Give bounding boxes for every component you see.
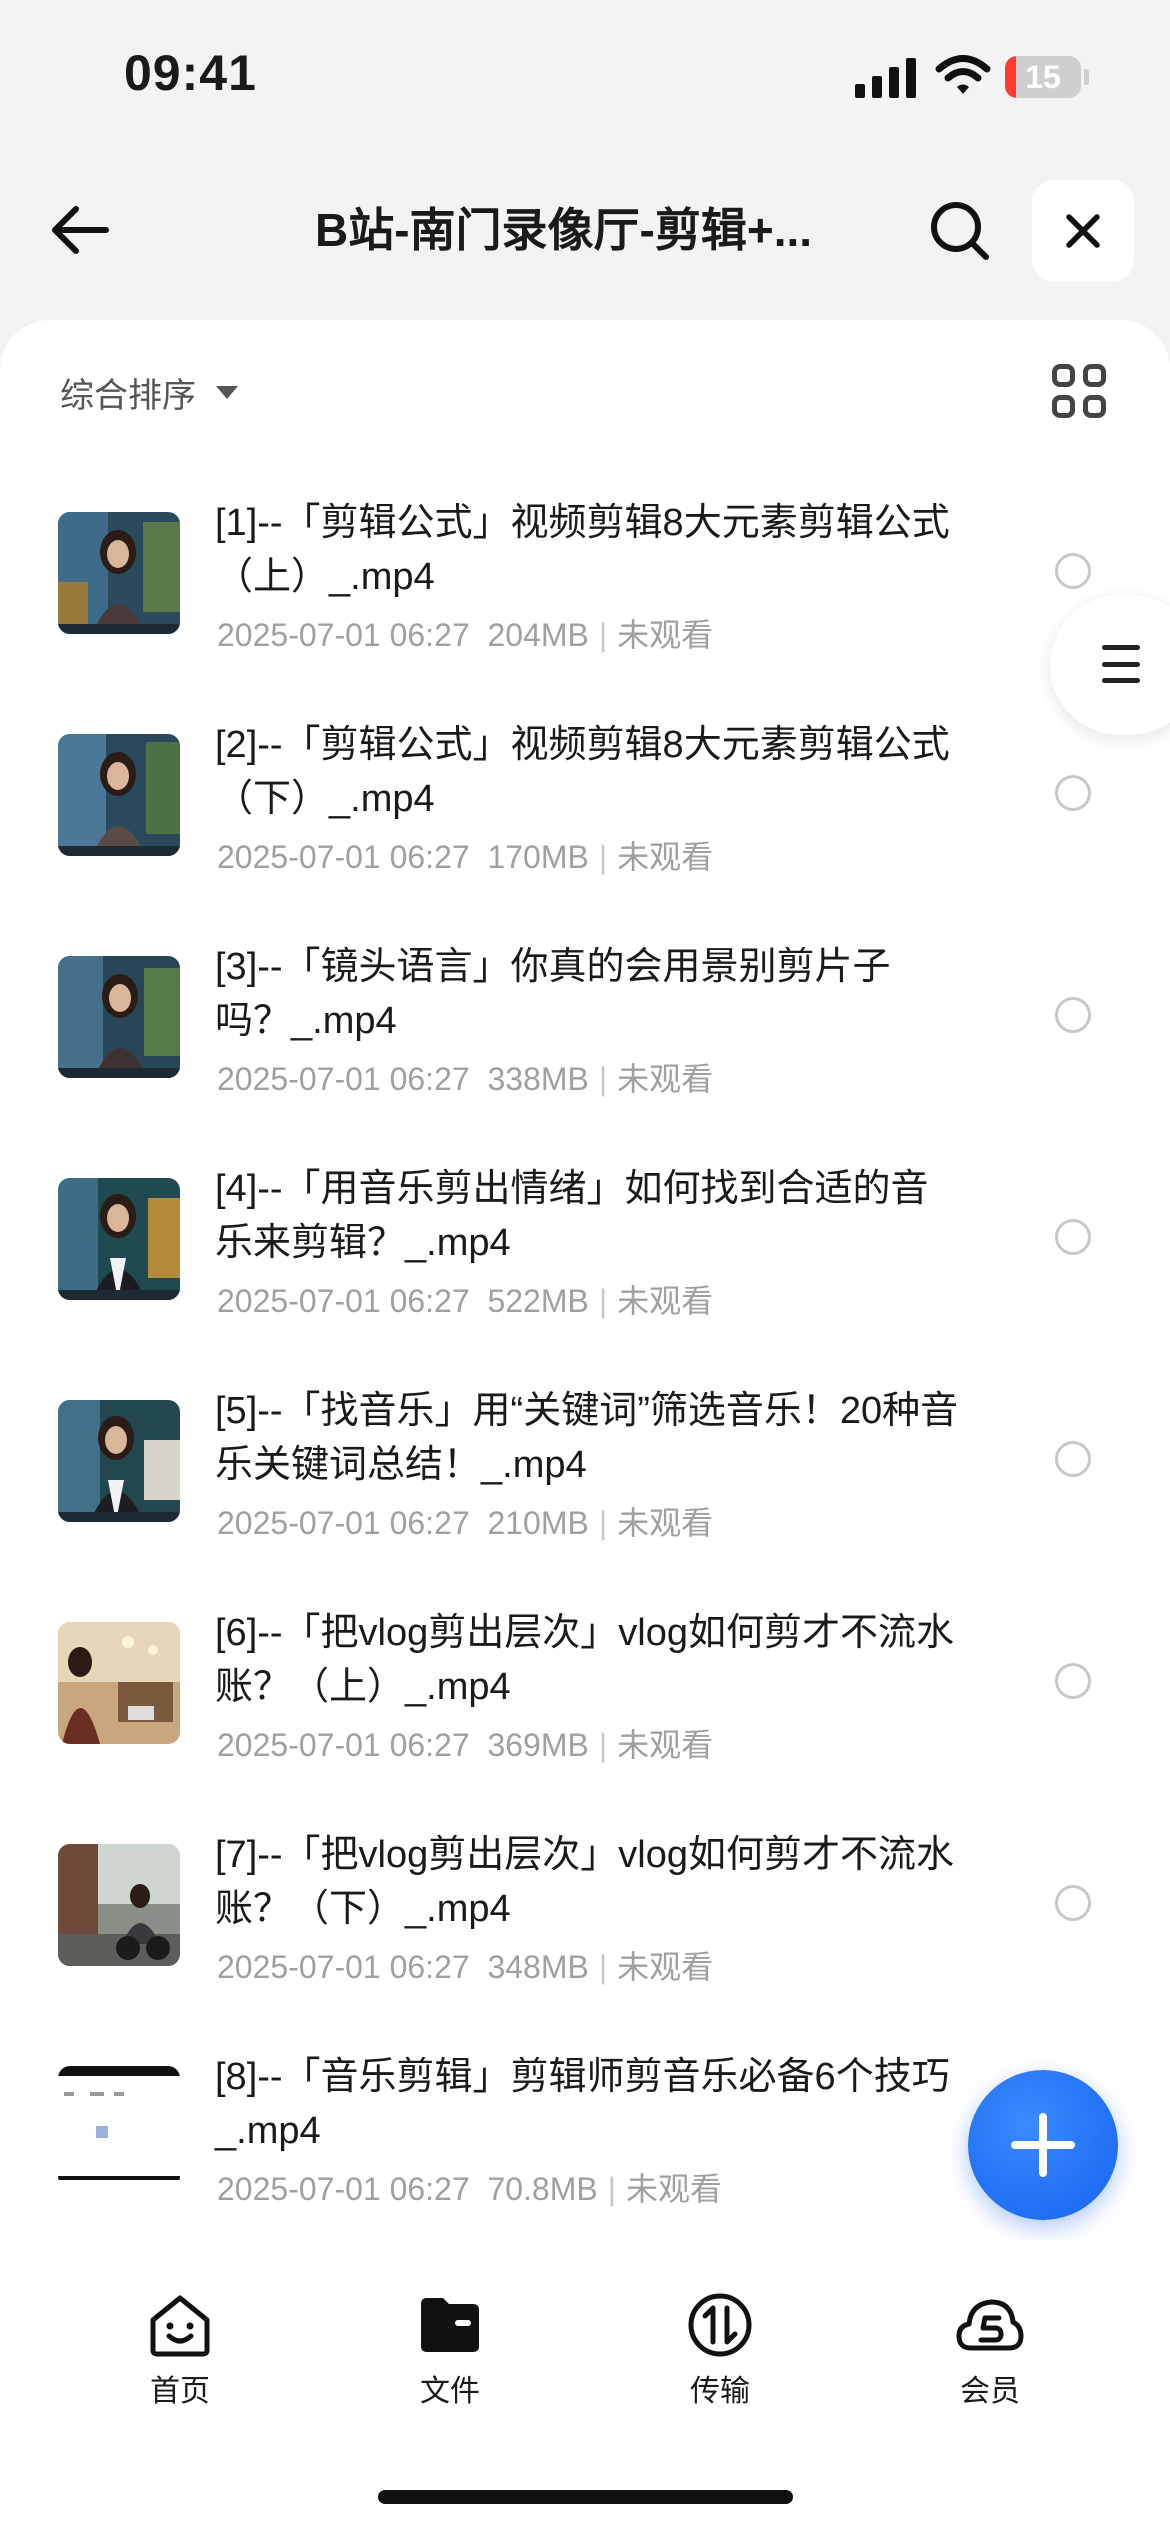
page-title: B站-南门录像厅-剪辑+... — [315, 204, 813, 256]
arrow-left-icon — [52, 206, 109, 254]
video-thumbnail — [58, 1178, 180, 1300]
file-row[interactable]: [5]--「找音乐」用“关键词”筛选音乐！20种音乐关键词总结！_.mp4 20… — [0, 1358, 1170, 1580]
file-size: 369MB — [487, 1727, 589, 1763]
watch-status: 未观看 — [617, 1283, 714, 1319]
file-size: 348MB — [487, 1949, 589, 1985]
file-name: [3]--「镜头语言」你真的会用景别剪片子吗？_.mp4 — [215, 946, 891, 1042]
file-row[interactable]: [4]--「用音乐剪出情绪」如何找到合适的音乐来剪辑？_.mp4 2025-07… — [0, 1136, 1170, 1358]
file-date: 2025-07-01 06:27 — [217, 1283, 470, 1319]
watch-status: 未观看 — [617, 839, 714, 875]
transfer-icon — [688, 2293, 752, 2357]
watch-status: 未观看 — [617, 1061, 714, 1097]
video-thumbnail — [58, 1400, 180, 1522]
status-bar: 09:41 15 — [0, 0, 1170, 150]
video-thumbnail — [58, 2066, 180, 2188]
cellular-signal-icon — [855, 58, 916, 98]
file-name: [8]--「音乐剪辑」剪辑师剪音乐必备6个技巧_.mp4 — [215, 2056, 950, 2152]
grid-view-button[interactable] — [1052, 364, 1106, 418]
file-date: 2025-07-01 06:27 — [217, 1061, 470, 1097]
file-meta: 2025-07-01 06:27 348MB | 未观看 — [217, 1949, 714, 1985]
file-panel: 综合排序 [1]--「剪辑公式」视频剪辑8大元素剪辑公式（上）_.mp4 202… — [0, 320, 1170, 2240]
header: B站-南门录像厅-剪辑+... — [0, 170, 1170, 290]
select-radio[interactable] — [1055, 775, 1091, 811]
file-meta: 2025-07-01 06:27 170MB | 未观看 — [217, 839, 714, 875]
file-meta: 2025-07-01 06:27 70.8MB | 未观看 — [217, 2171, 723, 2207]
home-indicator — [378, 2490, 793, 2504]
nav-home[interactable]: 首页 — [100, 2290, 260, 2410]
home-icon — [150, 2295, 210, 2357]
file-date: 2025-07-01 06:27 — [217, 2171, 470, 2207]
file-size: 204MB — [487, 617, 589, 653]
file-meta: 2025-07-01 06:27 369MB | 未观看 — [217, 1727, 714, 1763]
file-date: 2025-07-01 06:27 — [217, 839, 470, 875]
file-name: [2]--「剪辑公式」视频剪辑8大元素剪辑公式（下）_.mp4 — [215, 724, 950, 820]
video-thumbnail — [58, 512, 180, 634]
nav-transfer[interactable]: 传输 — [640, 2290, 800, 2410]
select-radio[interactable] — [1055, 553, 1091, 589]
select-radio[interactable] — [1055, 1885, 1091, 1921]
file-meta: 2025-07-01 06:27 210MB | 未观看 — [217, 1505, 714, 1541]
file-size: 70.8MB — [487, 2171, 598, 2207]
search-button[interactable] — [920, 196, 1000, 266]
file-row[interactable]: [3]--「镜头语言」你真的会用景别剪片子吗？_.mp4 2025-07-01 … — [0, 914, 1170, 1136]
nav-vip[interactable]: 会员 — [910, 2290, 1070, 2410]
video-thumbnail — [58, 734, 180, 856]
nav-files[interactable]: 文件 — [370, 2290, 530, 2410]
file-name: [1]--「剪辑公式」视频剪辑8大元素剪辑公式（上）_.mp4 — [215, 502, 950, 598]
bottom-nav: 首页 文件 传输 会员 — [0, 2240, 1170, 2532]
search-icon — [931, 202, 989, 260]
file-name: [6]--「把vlog剪出层次」vlog如何剪才不流水账？（上）_.mp4 — [215, 1612, 954, 1708]
select-radio[interactable] — [1055, 1441, 1091, 1477]
file-meta: 2025-07-01 06:27 204MB | 未观看 — [217, 617, 714, 653]
file-row[interactable]: [1]--「剪辑公式」视频剪辑8大元素剪辑公式（上）_.mp4 2025-07-… — [0, 470, 1170, 692]
file-row[interactable]: [7]--「把vlog剪出层次」vlog如何剪才不流水账？（下）_.mp4 20… — [0, 1802, 1170, 2024]
sort-dropdown[interactable]: 综合排序 — [60, 368, 238, 417]
watch-status: 未观看 — [617, 617, 714, 653]
vip-cloud-icon — [956, 2299, 1024, 2351]
file-name: [5]--「找音乐」用“关键词”筛选音乐！20种音乐关键词总结！_.mp4 — [215, 1390, 959, 1486]
file-size: 210MB — [487, 1505, 589, 1541]
add-button[interactable] — [968, 2070, 1118, 2220]
back-button[interactable] — [40, 192, 120, 268]
file-name: [7]--「把vlog剪出层次」vlog如何剪才不流水账？（下）_.mp4 — [215, 1834, 954, 1930]
select-radio[interactable] — [1055, 1219, 1091, 1255]
file-name: [4]--「用音乐剪出情绪」如何找到合适的音乐来剪辑？_.mp4 — [215, 1168, 929, 1264]
nav-home-label: 首页 — [150, 2375, 210, 2408]
video-thumbnail — [58, 1622, 180, 1744]
battery-indicator: 15 — [1005, 56, 1089, 98]
plus-icon — [1011, 2113, 1075, 2177]
battery-level: 15 — [1025, 59, 1061, 95]
watch-status: 未观看 — [617, 1505, 714, 1541]
file-row[interactable]: [6]--「把vlog剪出层次」vlog如何剪才不流水账？（上）_.mp4 20… — [0, 1580, 1170, 1802]
select-radio[interactable] — [1055, 1663, 1091, 1699]
file-row[interactable]: [2]--「剪辑公式」视频剪辑8大元素剪辑公式（下）_.mp4 2025-07-… — [0, 692, 1170, 914]
sort-label: 综合排序 — [60, 377, 196, 415]
file-meta: 2025-07-01 06:27 338MB | 未观看 — [217, 1061, 714, 1097]
file-date: 2025-07-01 06:27 — [217, 1949, 470, 1985]
video-thumbnail — [58, 1844, 180, 1966]
file-list: [1]--「剪辑公式」视频剪辑8大元素剪辑公式（上）_.mp4 2025-07-… — [0, 470, 1170, 2246]
watch-status: 未观看 — [617, 1727, 714, 1763]
nav-vip-label: 会员 — [960, 2375, 1020, 2408]
nav-files-label: 文件 — [420, 2375, 480, 2408]
file-meta: 2025-07-01 06:27 522MB | 未观看 — [217, 1283, 714, 1319]
folder-icon — [421, 2298, 479, 2352]
file-date: 2025-07-01 06:27 — [217, 1727, 470, 1763]
close-icon — [1066, 214, 1100, 248]
video-thumbnail — [58, 956, 180, 1078]
file-size: 522MB — [487, 1283, 589, 1319]
file-date: 2025-07-01 06:27 — [217, 617, 470, 653]
file-size: 338MB — [487, 1061, 589, 1097]
status-time: 09:41 — [124, 45, 257, 101]
nav-transfer-label: 传输 — [690, 2375, 750, 2408]
watch-status: 未观看 — [617, 1949, 714, 1985]
file-size: 170MB — [487, 839, 589, 875]
file-date: 2025-07-01 06:27 — [217, 1505, 470, 1541]
select-radio[interactable] — [1055, 997, 1091, 1033]
close-button[interactable] — [1032, 180, 1134, 282]
caret-down-icon — [216, 386, 238, 399]
wifi-icon — [935, 55, 991, 94]
menu-icon — [1102, 645, 1140, 683]
watch-status: 未观看 — [626, 2171, 723, 2207]
